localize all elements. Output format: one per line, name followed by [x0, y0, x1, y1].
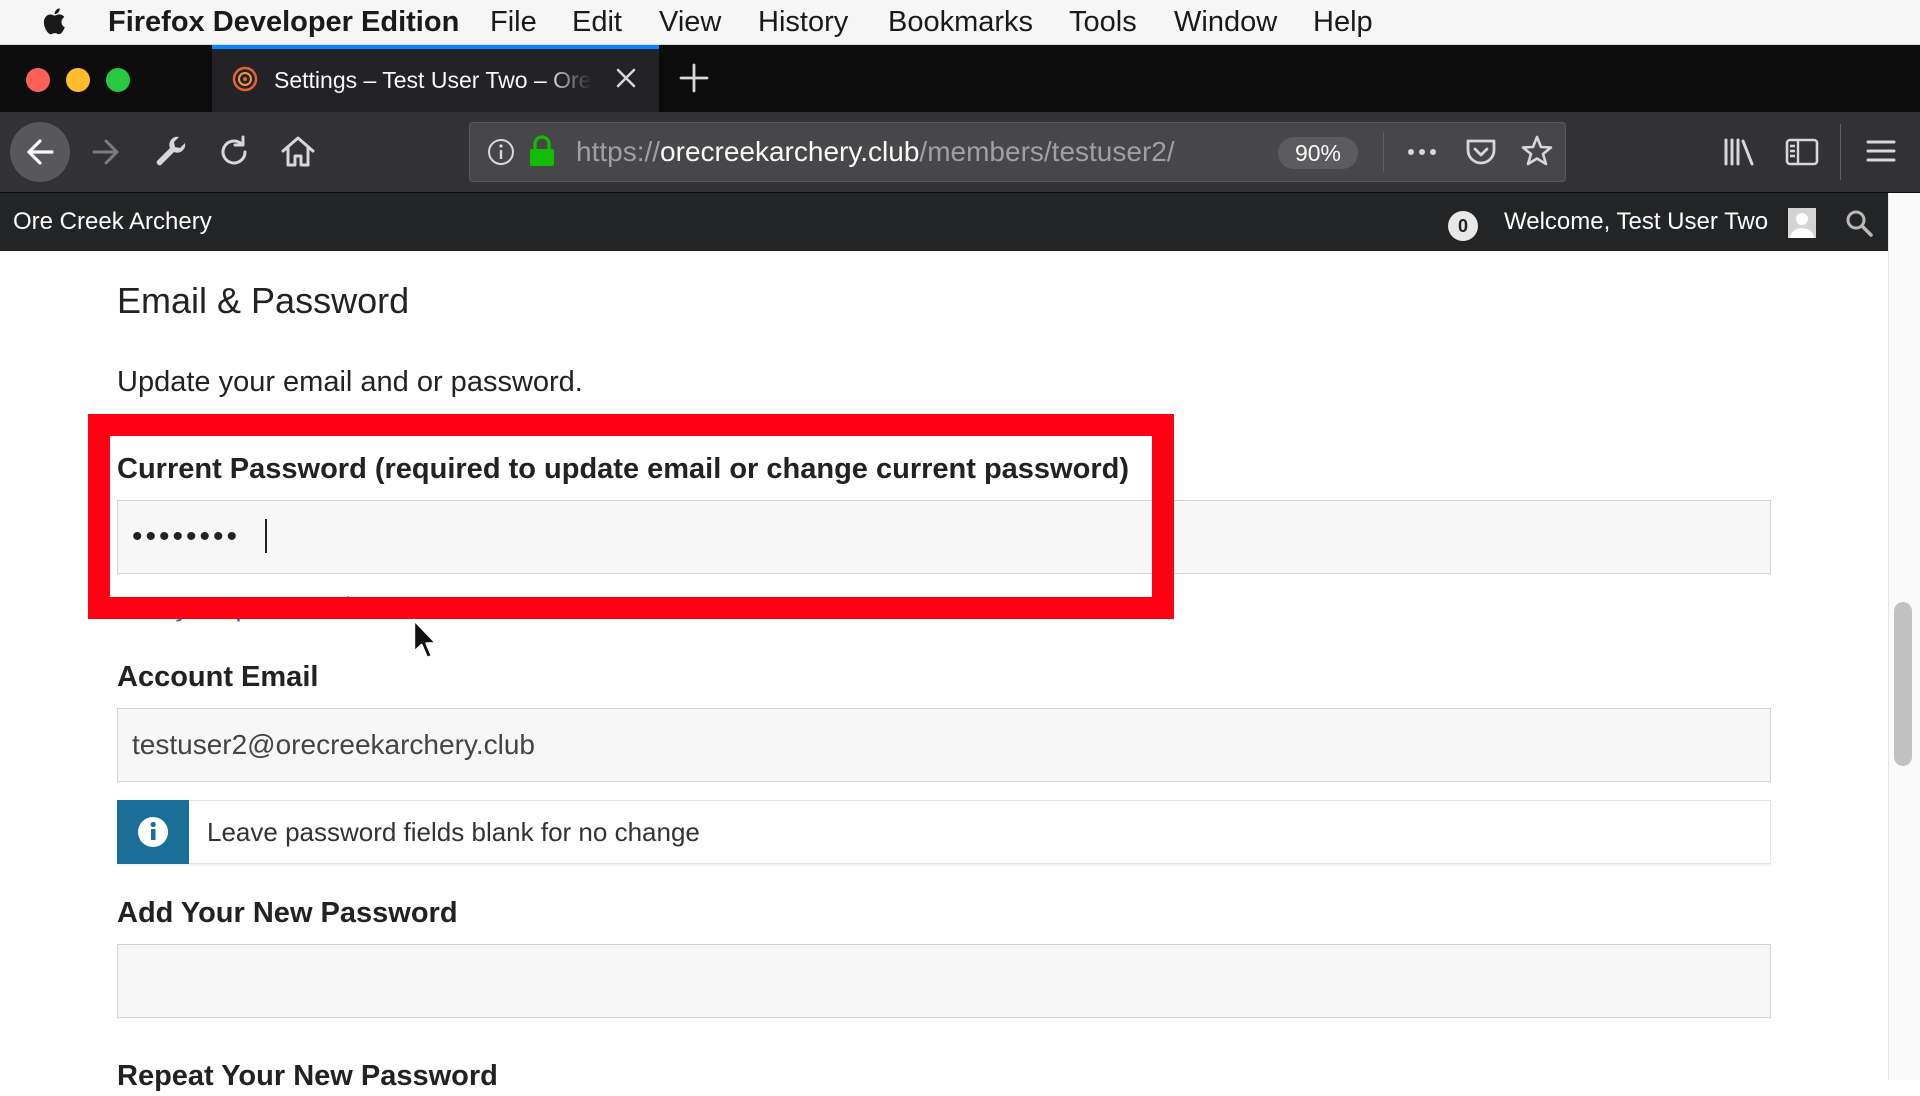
wrench-icon[interactable] — [146, 128, 194, 176]
window-close-button[interactable] — [26, 68, 50, 92]
firefox-dev-icon — [232, 66, 258, 92]
menu-help[interactable]: Help — [1313, 3, 1373, 41]
menu-view[interactable]: View — [659, 3, 721, 41]
account-email-label: Account Email — [117, 661, 319, 693]
new-tab-icon[interactable] — [678, 62, 710, 94]
info-icon[interactable] — [486, 137, 516, 167]
hamburger-menu-icon[interactable] — [1864, 134, 1898, 168]
app-name-menu[interactable]: Firefox Developer Edition — [108, 3, 459, 41]
url-divider — [1383, 132, 1384, 172]
home-icon[interactable] — [274, 128, 322, 176]
notification-badge[interactable]: 0 — [1448, 211, 1478, 241]
back-icon — [27, 139, 54, 165]
url-prefix: https:// — [576, 136, 661, 167]
info-circle-icon — [138, 817, 168, 847]
back-button[interactable] — [10, 122, 70, 182]
search-icon[interactable] — [1844, 208, 1874, 238]
new-password-label: Add Your New Password — [117, 897, 458, 929]
site-name-link[interactable]: Ore Creek Archery — [13, 205, 212, 239]
info-notice-text: Leave password fields blank for no chang… — [207, 817, 700, 847]
lock-icon[interactable] — [528, 134, 556, 168]
window-minimize-button[interactable] — [66, 68, 90, 92]
toolbar-divider — [1840, 124, 1841, 180]
welcome-user-link[interactable]: Welcome, Test User Two — [1504, 205, 1768, 239]
url-path: /members/testuser2/ — [919, 136, 1175, 167]
apple-icon[interactable] — [38, 4, 72, 38]
info-notice-icon-box — [117, 800, 189, 864]
repeat-password-label: Repeat Your New Password — [117, 1060, 498, 1092]
mouse-cursor-icon — [412, 618, 438, 660]
menu-window[interactable]: Window — [1174, 3, 1277, 41]
menu-file[interactable]: File — [490, 3, 537, 41]
star-icon[interactable] — [1520, 134, 1554, 168]
user-avatar-icon[interactable] — [1788, 208, 1816, 238]
red-highlight-box — [88, 414, 1174, 619]
scrollbar-thumb[interactable] — [1894, 602, 1912, 766]
section-heading: Email & Password — [117, 280, 410, 321]
library-icon[interactable] — [1722, 134, 1758, 170]
url-text[interactable]: https://orecreekarchery.club/members/tes… — [576, 134, 1175, 170]
pocket-icon[interactable] — [1464, 136, 1498, 168]
menu-tools[interactable]: Tools — [1069, 3, 1137, 41]
reload-icon[interactable] — [210, 128, 258, 176]
menu-edit[interactable]: Edit — [572, 3, 622, 41]
window-zoom-button[interactable] — [106, 68, 130, 92]
forward-icon[interactable] — [82, 128, 130, 176]
new-password-field[interactable] — [117, 944, 1771, 1018]
menu-bookmarks[interactable]: Bookmarks — [888, 3, 1033, 41]
tab-title: Settings – Test User Two – Ore Creek Arc… — [274, 67, 592, 93]
zoom-indicator[interactable]: 90% — [1278, 137, 1358, 169]
section-description: Update your email and or password. — [117, 366, 583, 398]
menu-history[interactable]: History — [758, 3, 848, 41]
close-tab-icon[interactable] — [612, 64, 640, 92]
sidebar-icon[interactable] — [1784, 134, 1820, 170]
more-icon[interactable] — [1404, 136, 1440, 168]
url-domain: orecreekarchery.club — [660, 136, 920, 167]
account-email-value: testuser2@orecreekarchery.club — [132, 729, 535, 760]
